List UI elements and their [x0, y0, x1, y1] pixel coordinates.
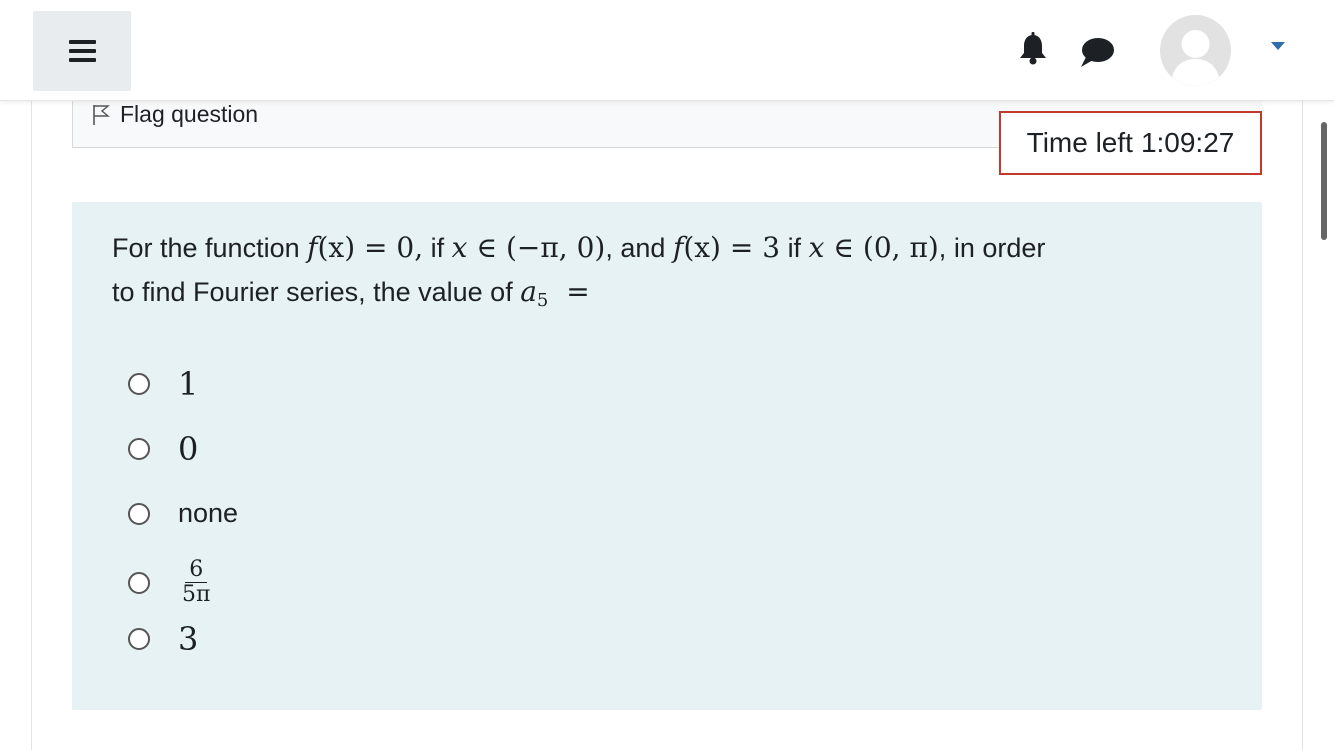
- answer-option-2[interactable]: 0: [128, 430, 198, 468]
- timer-value: 1:09:27: [1140, 127, 1235, 158]
- top-navbar: [0, 0, 1334, 101]
- bell-icon[interactable]: [1015, 31, 1051, 67]
- timer-label: Time left: [1026, 127, 1133, 158]
- page-frame-left: [31, 100, 32, 750]
- answer-label: 3: [178, 620, 199, 658]
- scrollbar-thumb[interactable]: [1321, 122, 1327, 240]
- flag-outline-icon: [93, 104, 110, 125]
- quiz-timer: Time left 1:09:27: [999, 111, 1262, 175]
- answer-label: none: [178, 498, 239, 528]
- menu-bar: [68, 49, 96, 53]
- menu-bar: [68, 58, 96, 62]
- answer-options: 1 0 none 6 5π 3: [72, 202, 1262, 710]
- answer-label: 1: [178, 365, 199, 403]
- avatar-silhouette-icon: [1160, 15, 1231, 86]
- user-avatar-icon[interactable]: [1160, 15, 1231, 86]
- fraction-denominator: 5π: [182, 582, 211, 607]
- quiz-page: Flag question Time left 1:09:27 For the …: [0, 0, 1334, 750]
- hamburger-menu-icon[interactable]: [33, 11, 131, 91]
- menu-bar: [68, 40, 96, 44]
- radio-button[interactable]: [128, 571, 150, 594]
- answer-option-3[interactable]: none: [128, 498, 238, 529]
- answer-option-5[interactable]: 3: [128, 620, 198, 658]
- answer-fraction: 6 5π: [178, 558, 214, 607]
- answer-label: 0: [178, 430, 199, 468]
- answer-option-4[interactable]: 6 5π: [128, 558, 214, 607]
- flag-question-label: Flag question: [120, 101, 259, 127]
- radio-button[interactable]: [128, 438, 150, 460]
- radio-button[interactable]: [128, 628, 150, 650]
- question-formulation: For the function f(x) = 0, if x ∈ (−π, 0…: [72, 202, 1262, 710]
- fraction-numerator: 6: [185, 558, 208, 583]
- flag-question-link[interactable]: Flag question: [92, 101, 258, 128]
- radio-button[interactable]: [128, 373, 150, 395]
- page-frame-right: [1302, 100, 1303, 750]
- chat-bubble-icon[interactable]: [1077, 35, 1117, 69]
- answer-option-1[interactable]: 1: [128, 365, 198, 403]
- caret-down-icon[interactable]: [1271, 42, 1285, 50]
- radio-button[interactable]: [128, 502, 150, 525]
